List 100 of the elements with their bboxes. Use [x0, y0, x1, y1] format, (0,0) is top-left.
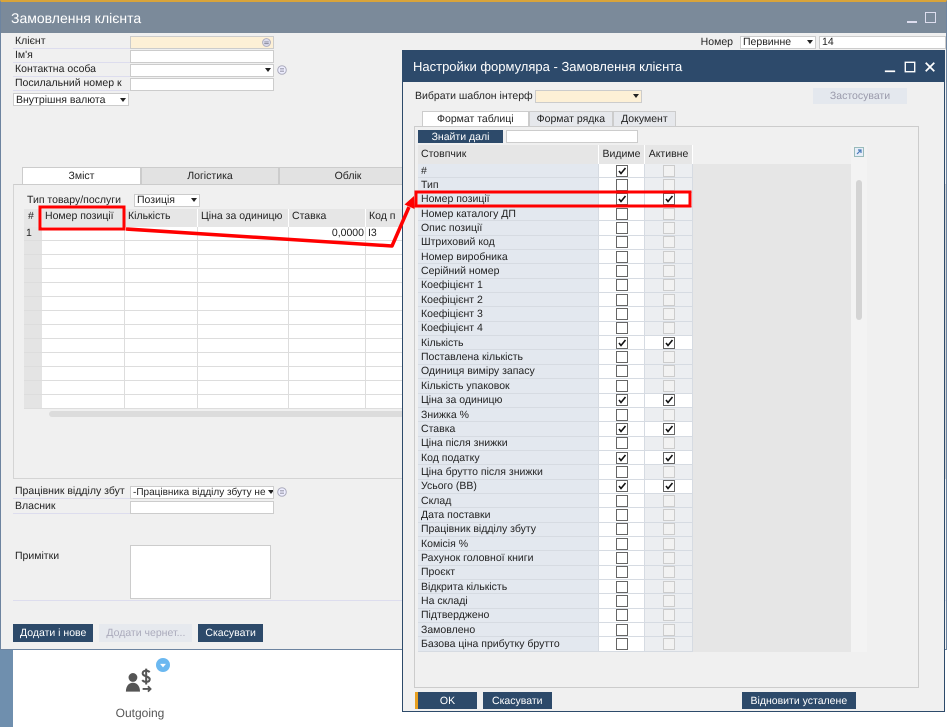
column-name: Ціна брутто після знижки [418, 465, 599, 480]
field-label: Працівник відділу збут [13, 485, 130, 499]
tab[interactable]: Формат таблиці [422, 111, 529, 126]
dialog-button[interactable]: OK [415, 692, 477, 709]
checkbox[interactable] [616, 179, 628, 192]
checkbox[interactable] [616, 452, 628, 464]
checkbox[interactable] [616, 437, 628, 450]
checkbox[interactable] [616, 208, 628, 220]
checkbox[interactable] [616, 265, 628, 278]
checkbox[interactable] [616, 308, 628, 320]
input-field[interactable] [130, 50, 274, 62]
checkbox[interactable] [616, 624, 628, 636]
column-header[interactable]: Видиме [599, 145, 645, 164]
column-name: На складі [418, 594, 599, 609]
column-name: Склад [418, 494, 599, 508]
column-name: Коефіцієнт 2 [418, 293, 599, 308]
tab[interactable]: Документ [613, 111, 676, 126]
checkbox[interactable] [662, 452, 674, 464]
tile-label[interactable]: Outgoing [116, 706, 164, 720]
currency-dropdown[interactable]: Внутрішня валюта [13, 93, 129, 106]
input-field[interactable] [130, 78, 274, 90]
checkbox[interactable] [616, 609, 628, 622]
scrollbar[interactable] [856, 180, 862, 320]
remarks-field[interactable] [130, 545, 271, 599]
checkbox[interactable] [616, 408, 628, 421]
caret-icon [265, 68, 271, 72]
lookup-icon[interactable] [262, 38, 271, 46]
checkbox[interactable] [616, 494, 628, 507]
tab[interactable]: Логістика [141, 167, 279, 184]
column-name: Коефіцієнт 1 [418, 278, 599, 294]
checkbox[interactable] [616, 322, 628, 334]
caret-icon [268, 490, 273, 494]
input-field[interactable] [130, 36, 274, 48]
checkbox[interactable] [616, 638, 628, 650]
checkbox[interactable] [616, 566, 628, 578]
column-header[interactable]: Активне [645, 145, 693, 164]
column-name: Знижка % [418, 408, 599, 422]
checkbox[interactable] [616, 480, 628, 492]
checkbox[interactable] [662, 394, 674, 406]
close-icon[interactable] [924, 60, 936, 72]
checkbox[interactable] [616, 279, 628, 292]
checkbox[interactable] [616, 164, 628, 177]
caret-icon [191, 198, 197, 202]
field-label: Власник [13, 500, 130, 514]
checkbox[interactable] [662, 480, 674, 492]
column-header[interactable]: Кількість [125, 209, 198, 227]
column-name: Ціна після знижки [418, 436, 599, 451]
checkbox[interactable] [662, 336, 674, 349]
find-next-button[interactable]: Знайти далі [418, 130, 503, 143]
action-button[interactable]: Додати і нове [13, 624, 94, 642]
checkbox[interactable] [616, 552, 628, 564]
action-button[interactable]: Скасувати [198, 624, 263, 642]
checkbox[interactable] [616, 351, 628, 364]
column-header[interactable]: Номер позиції [42, 209, 125, 227]
checkbox[interactable] [616, 508, 628, 521]
dialog-button[interactable]: Відновити усталене [742, 692, 856, 709]
checkbox[interactable] [616, 250, 628, 263]
sales-employee-dropdown[interactable]: -Працівника відділу збуту не [130, 486, 274, 498]
input-field[interactable] [130, 500, 274, 514]
checkbox[interactable] [616, 594, 628, 607]
checkbox[interactable] [616, 236, 628, 248]
column-name: Номер виробника [418, 250, 599, 264]
checkbox[interactable] [616, 394, 628, 406]
checkbox[interactable] [616, 193, 628, 206]
checkbox[interactable] [616, 538, 628, 550]
search-field[interactable] [506, 130, 638, 143]
checkbox[interactable] [662, 422, 674, 435]
field-label: Ім'я [13, 49, 130, 63]
column-name: Штриховий код [418, 236, 599, 250]
expand-icon[interactable] [854, 147, 864, 157]
tab[interactable]: Зміст [22, 167, 141, 184]
checkbox[interactable] [616, 365, 628, 378]
column-name: Коефіцієнт 3 [418, 307, 599, 322]
field-label: Посилальний номер к [13, 77, 130, 91]
column-name: Дата поставки [418, 508, 599, 523]
number-field[interactable]: 14 [819, 36, 946, 48]
checkbox[interactable] [616, 466, 628, 478]
checkbox[interactable] [616, 380, 628, 392]
column-header[interactable]: Ставка [289, 209, 366, 227]
input-field[interactable] [130, 64, 274, 76]
column-name: # [418, 164, 599, 178]
dialog-button[interactable]: Скасувати [483, 692, 552, 709]
column-name: Комісія % [418, 536, 599, 552]
caret-icon [120, 98, 126, 102]
series-dropdown[interactable]: Первинне [740, 36, 816, 48]
column-name: Одиниця виміру запасу [418, 364, 599, 380]
item-type-dropdown[interactable]: Позиція [134, 194, 200, 206]
column-header[interactable]: Ціна за одиницю [198, 209, 289, 227]
checkbox[interactable] [616, 294, 628, 306]
checkbox[interactable] [616, 222, 628, 234]
column-header[interactable]: Стовпчик [418, 145, 599, 164]
checkbox[interactable] [616, 422, 628, 435]
checkbox[interactable] [616, 336, 628, 349]
caret-icon [807, 40, 813, 44]
checkbox[interactable] [616, 523, 628, 536]
checkbox[interactable] [662, 193, 674, 206]
checkbox[interactable] [616, 580, 628, 593]
tab[interactable]: Формат рядка [528, 111, 614, 126]
column-name: Серійний номер [418, 264, 599, 279]
column-name: Номер каталогу ДП [418, 207, 599, 222]
